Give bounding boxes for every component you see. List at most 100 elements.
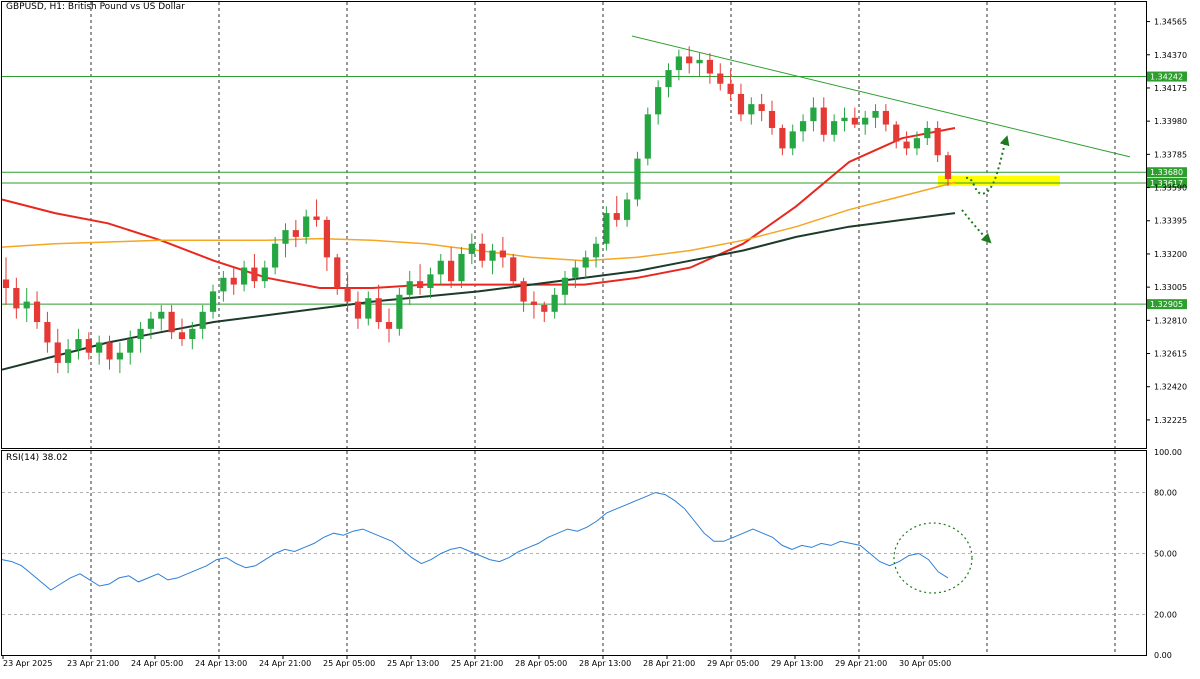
candle-bull [303,216,310,237]
candle-bear [510,257,517,282]
candle-bull [437,260,444,275]
candle-bull [924,127,931,139]
candle-bear [893,124,900,142]
candle-bear [448,260,455,282]
candle-bear [851,117,858,125]
time-tick-label: 28 Apr 21:00 [643,659,695,668]
candle-bear [44,322,51,343]
candle-bull [675,56,682,71]
price-tick-label: 1.32615 [1154,350,1187,359]
candle-bear [903,141,910,149]
candle-bear [717,73,724,84]
price-level-tag-text: 1.33680 [1150,168,1183,177]
time-tick-label: 29 Apr 05:00 [707,659,759,668]
price-tick-label: 1.33395 [1154,217,1187,226]
candle-bull [458,253,465,282]
candle-bear [530,301,538,306]
candle-bear [2,279,10,288]
rsi-tick-label: 50.00 [1154,550,1177,559]
price-tick-label: 1.32810 [1154,316,1187,325]
price-tick-label: 1.34565 [1154,18,1187,27]
candle-bear [613,213,620,220]
candle-bear [882,110,889,125]
candle-bull [489,250,496,261]
price-tick-label: 1.33200 [1154,250,1187,259]
trendline[interactable] [631,35,1131,158]
candle-bear [385,322,393,329]
candle-bull [116,352,123,360]
candle-bear [33,301,41,323]
time-tick-label: 23 Apr 21:00 [67,659,119,668]
candle-bull [427,274,434,288]
candle-bull [406,281,413,295]
candle-bear [178,332,186,340]
candle-bear [344,287,351,302]
candle-bear [168,311,175,333]
candle-bull [365,298,372,319]
time-tick-label: 25 Apr 05:00 [323,659,375,668]
candle-bull [551,294,558,312]
candle-bull [282,230,289,244]
rsi-tick-label: 80.00 [1154,489,1177,498]
candle-bull [696,59,703,64]
candle-bull [189,328,196,340]
support-zone-box [938,175,1060,186]
candle-bear [944,155,952,180]
time-tick-label: 28 Apr 05:00 [515,659,567,668]
candle-bear [706,59,714,74]
candle-bear [934,127,941,156]
candle-bull [396,294,403,329]
candle-bull [789,131,796,149]
candle-bull [913,138,921,149]
candle-bull [158,311,165,319]
price-tick-label: 1.33005 [1154,283,1187,292]
rsi-panel-frame [1,450,1147,656]
time-tick-label: 29 Apr 13:00 [771,659,823,668]
candle-bull [261,267,268,282]
bearish-scenario-arrow [961,209,992,244]
price-tick-label: 1.34175 [1154,84,1187,93]
candle-bull [831,121,838,135]
candle-bear [13,287,20,309]
rsi-tick-label: 0.00 [1154,651,1172,660]
chart-canvas[interactable]: 1.342421.336801.336171.32905 100.0080.00… [0,0,1200,675]
candle-bull [572,267,579,278]
candles [2,46,952,374]
candle-bull [96,342,103,353]
candle-bear [292,230,299,237]
candle-bear [768,110,776,128]
candle-bull [240,267,248,285]
candle-bull [655,87,662,115]
price-level-tag-text: 1.34242 [1150,73,1183,82]
candle-bull [582,257,589,268]
candle-bear [520,281,527,302]
rsi-panel: 100.00 80.00 50.00 20.00 0.00 [1,448,1182,660]
candle-bear [541,305,548,312]
candle-bull [799,121,807,132]
candle-bull [561,277,569,295]
time-tick-label: 25 Apr 21:00 [451,659,503,668]
candle-bear [85,339,92,353]
candle-bear [323,219,331,258]
price-tick-label: 1.33590 [1154,184,1187,193]
candle-bull [23,301,30,309]
chart-window[interactable]: 1.34242 1.33680 1.33617 1.32905 100.00 80.00… [0,0,1200,675]
grid-lines [90,2,1116,655]
candle-bull [872,110,879,118]
candle-bull [623,199,631,220]
candle-bull [592,243,600,258]
candle-bull [748,104,755,115]
time-tick-label: 24 Apr 13:00 [195,659,247,668]
scenario-arrows [961,135,1010,244]
candle-bear [416,281,424,288]
candle-bull [65,349,72,363]
candle-bear [820,107,827,135]
horizontal-levels[interactable]: 1.342421.336801.336171.32905 [2,71,1187,310]
rsi-label: RSI(14) 38.02 [6,453,68,463]
candle-bull [665,70,672,88]
price-tick-label: 1.33785 [1154,150,1187,159]
candle-bear [106,342,113,360]
price-tick-label: 1.34370 [1154,51,1187,60]
time-tick-label: 30 Apr 05:00 [899,659,951,668]
price-tick-label: 1.32225 [1154,416,1187,425]
